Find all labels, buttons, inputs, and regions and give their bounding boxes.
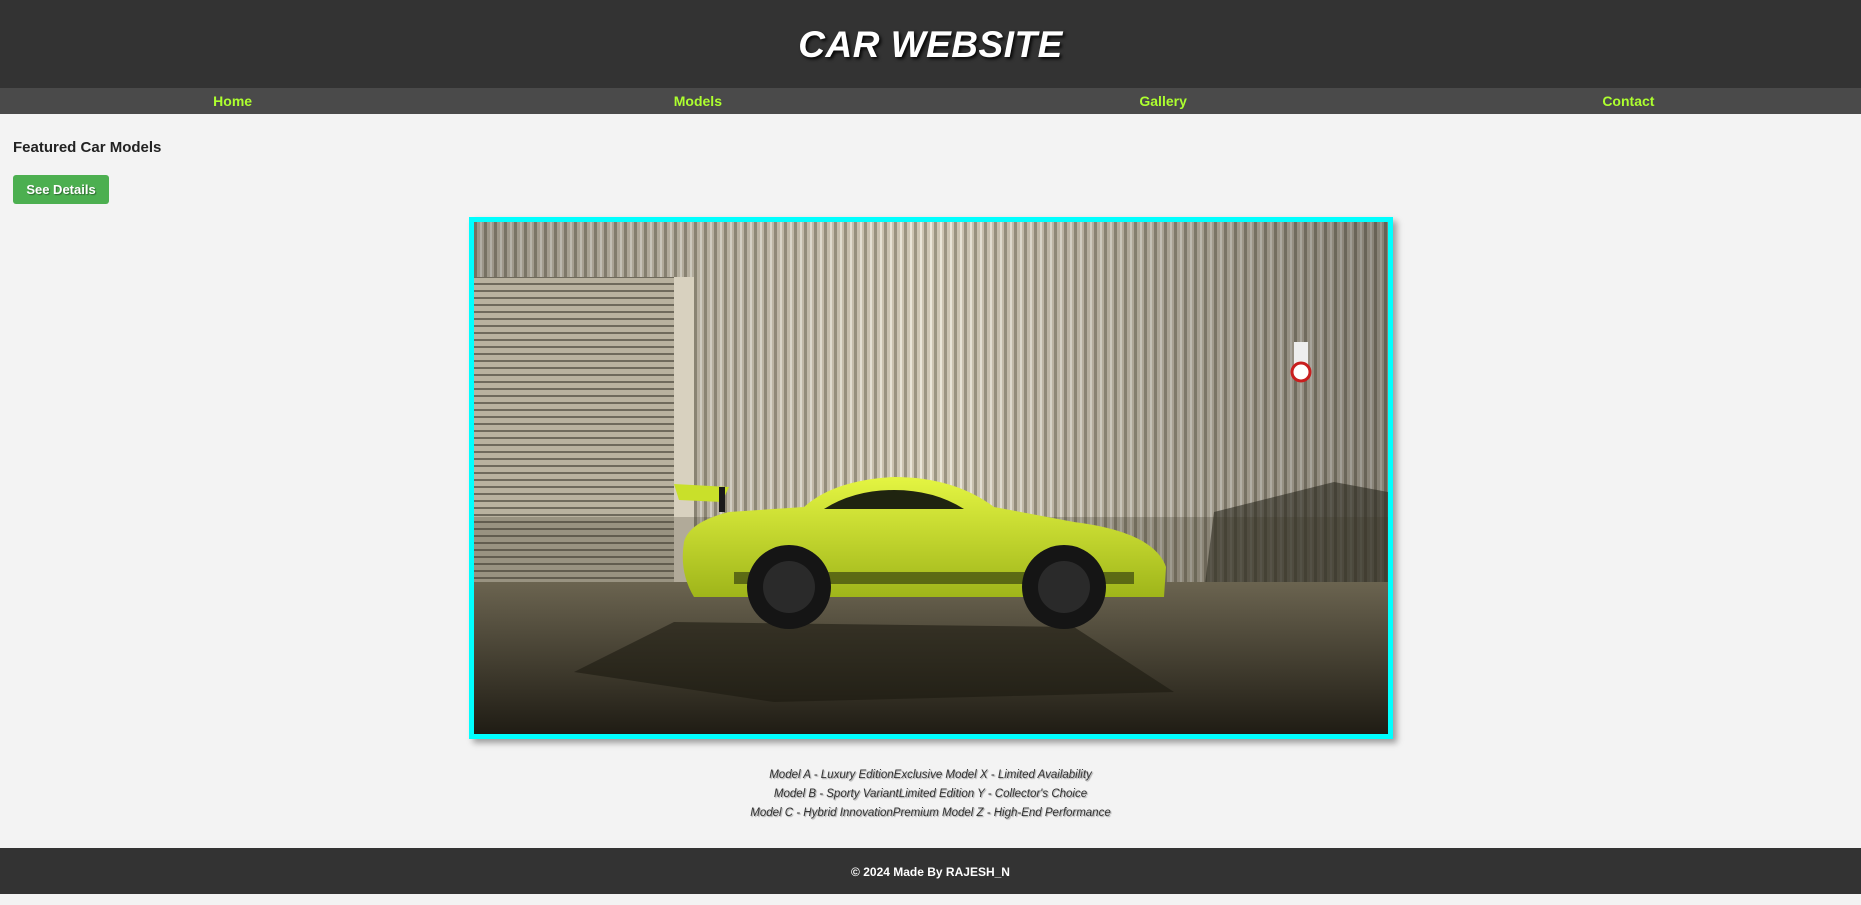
featured-car-image [469, 217, 1393, 739]
car-photo [474, 222, 1388, 734]
model-captions: Model A - Luxury EditionExclusive Model … [0, 766, 1861, 823]
main-nav: Home Models Gallery Contact [0, 88, 1861, 114]
site-footer: © 2024 Made By RAJESH_N [0, 848, 1861, 894]
site-title: CAR WEBSITE [798, 24, 1063, 65]
site-header: CAR WEBSITE [0, 0, 1861, 88]
footer-text: © 2024 Made By RAJESH_N [851, 865, 1010, 879]
caption-line: Model A - Luxury EditionExclusive Model … [769, 769, 1092, 781]
section-title: Featured Car Models [13, 139, 162, 156]
caption-line: Model C - Hybrid InnovationPremium Model… [750, 807, 1111, 819]
see-details-button[interactable]: See Details [13, 175, 109, 204]
nav-link-contact[interactable]: Contact [1396, 93, 1861, 109]
caption-line: Model B - Sporty VariantLimited Edition … [773, 788, 1088, 800]
nav-link-home[interactable]: Home [0, 93, 465, 109]
nav-link-gallery[interactable]: Gallery [931, 93, 1396, 109]
nav-link-models[interactable]: Models [465, 93, 930, 109]
